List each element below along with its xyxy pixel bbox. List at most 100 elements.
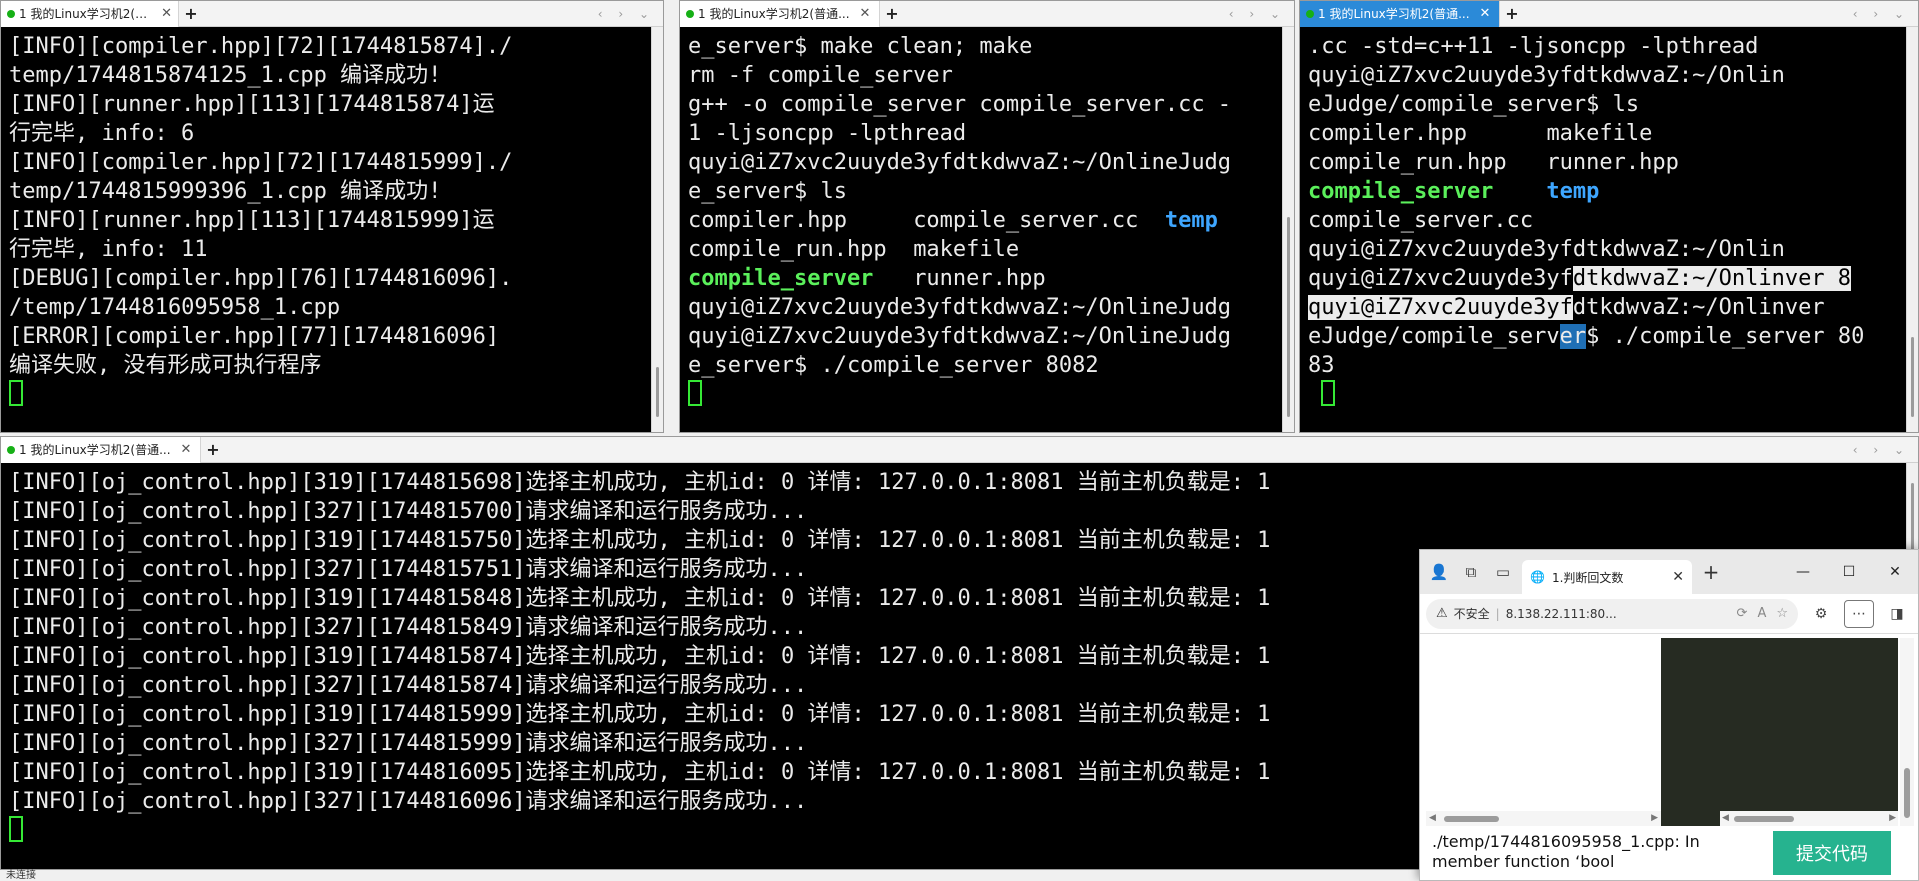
selected-text: dtkdwvaZ:~/Onlinver 8 <box>1572 266 1852 291</box>
terminal-output[interactable]: [INFO][compiler.hpp][72][1744815874]./ t… <box>1 27 651 432</box>
terminal-tab[interactable]: 1 我的Linux学习机2(普通... ✕ <box>1 437 201 463</box>
problem-description-panel[interactable] <box>1426 638 1661 826</box>
terminal-output[interactable]: .cc -std=c++11 -ljsoncpp -lpthread quyi@… <box>1300 27 1906 432</box>
new-tab-button[interactable]: + <box>1698 560 1724 584</box>
terminal-line: quyi@iZ7xvc2uuyde3yfdtkdwvaZ:~/OnlineJud… <box>688 150 1232 175</box>
terminal-line: 编译失败, 没有形成可执行程序 <box>9 353 322 378</box>
terminal-line: 行完毕, info: 11 <box>9 237 208 262</box>
tab-bar: 1 我的Linux学习机2(普通... ✕ + ‹ › ⌄ <box>680 1 1294 27</box>
minimize-icon[interactable]: — <box>1780 564 1826 580</box>
extensions-icon[interactable]: ⚙ <box>1806 600 1836 628</box>
more-menu-icon[interactable]: ⋯ <box>1844 599 1874 628</box>
ls-entry: makefile <box>913 237 1020 262</box>
terminal-line: quyi@iZ7xvc2uuyde3yfdtkdwvaZ:~/Onlin <box>1308 63 1785 88</box>
close-icon[interactable]: ✕ <box>860 6 871 21</box>
ls-row: compile_run.hpp runner.hpp <box>1308 148 1898 177</box>
new-tab-button[interactable]: + <box>1503 4 1521 23</box>
new-tab-button[interactable]: + <box>182 4 200 23</box>
terminal-text: dtkdwvaZ:~/Onlinver <box>1572 295 1825 320</box>
ls-exec-entry: compile_server <box>1308 179 1494 204</box>
tab-nav-arrows-icon[interactable]: ‹ › ⌄ <box>1229 7 1294 21</box>
profile-icon[interactable]: 👤 <box>1426 559 1452 585</box>
new-tab-button[interactable]: + <box>883 4 901 23</box>
output-line: member function ‘bool <box>1432 852 1615 871</box>
code-editor[interactable] <box>1661 638 1898 826</box>
ls-entry: compile_run.hpp <box>1308 150 1507 175</box>
horizontal-scrollbar[interactable]: ◀ ▶ <box>1426 811 1661 826</box>
output-line: ./temp/1744816095958_1.cpp: In <box>1432 832 1700 851</box>
close-icon[interactable]: ✕ <box>1480 6 1491 21</box>
terminal-pane-2[interactable]: 1 我的Linux学习机2(普通... ✕ + ‹ › ⌄ e_server$ … <box>679 0 1295 433</box>
terminal-tab[interactable]: 1 我的Linux学习机2(普通... ✕ <box>680 1 880 27</box>
scroll-right-icon[interactable]: ▶ <box>1651 813 1658 823</box>
warning-icon[interactable]: ⚠ <box>1436 606 1448 621</box>
scroll-right-icon[interactable]: ▶ <box>1889 813 1896 823</box>
ls-entry: runner.hpp <box>1546 150 1679 175</box>
status-dot-icon <box>7 445 15 454</box>
submit-code-button[interactable]: 提交代码 <box>1773 831 1891 875</box>
vertical-scrollbar[interactable] <box>1906 27 1918 432</box>
ls-dir-entry: temp <box>1164 208 1218 233</box>
address-bar[interactable]: ⚠ 不安全 | 8.138.22.111:80... ⟳ A ☆ <box>1426 598 1798 629</box>
editor-horizontal-scrollbar[interactable]: ◀ ▶ <box>1720 811 1898 826</box>
browser-tab[interactable]: 🌐 1.判断回文数 ✕ <box>1522 560 1692 594</box>
tab-nav-arrows-icon[interactable]: ‹ › ⌄ <box>1853 443 1918 457</box>
terminal-text: $ ./compile_server 80 <box>1586 324 1865 349</box>
sidebar-toggle-icon[interactable]: ◨ <box>1882 600 1912 628</box>
terminal-line: [INFO][runner.hpp][113][1744815874]运 <box>9 92 495 117</box>
terminal-line: 83 <box>1308 353 1335 378</box>
tab-title: 1 我的Linux学习机2(普通... <box>1318 7 1470 21</box>
browser-window[interactable]: 👤 ⧉ ▭ 🌐 1.判断回文数 ✕ + — ☐ ✕ ⚠ 不安全 | 8.138.… <box>1419 549 1919 881</box>
new-tab-button[interactable]: + <box>204 440 222 459</box>
terminal-line: /temp/1744816095958_1.cpp <box>9 295 341 320</box>
close-window-icon[interactable]: ✕ <box>1872 564 1918 580</box>
selected-text: er <box>1559 324 1587 349</box>
log-line: [INFO][oj_control.hpp][319][1744815698]选… <box>9 470 1271 495</box>
terminal-line: quyi@iZ7xvc2uuyde3yfdtkdwvaZ:~/OnlineJud… <box>688 324 1232 349</box>
tab-nav-arrows-icon[interactable]: ‹ › ⌄ <box>598 7 663 21</box>
scroll-left-icon[interactable]: ◀ <box>1429 813 1436 823</box>
ls-dir-entry: temp <box>1546 179 1600 204</box>
tab-nav-arrows-icon[interactable]: ‹ › ⌄ <box>1853 7 1918 21</box>
status-dot-icon <box>1306 9 1314 18</box>
ls-exec-entry: compile_server <box>688 266 874 291</box>
vertical-scrollbar[interactable] <box>651 27 663 432</box>
favorite-star-icon[interactable]: ☆ <box>1776 606 1788 621</box>
ls-entry: compiler.hpp <box>688 208 847 233</box>
terminal-line: [ERROR][compiler.hpp][77][1744816096] <box>9 324 500 349</box>
terminal-line: e_server$ ./compile_server 8082 <box>688 353 1099 378</box>
terminal-line: [DEBUG][compiler.hpp][76][1744816096]. <box>9 266 513 291</box>
page-content[interactable]: ◀ ▶ ◀ ▶ ./temp/1744816095958_1.cpp: In m… <box>1420 634 1918 880</box>
terminal-output[interactable]: e_server$ make clean; make rm -f compile… <box>680 27 1282 432</box>
tab-title: 1 我的Linux学习机2(普通... <box>19 7 151 21</box>
terminal-cursor <box>688 380 702 406</box>
read-aloud-icon[interactable]: A <box>1757 606 1766 621</box>
terminal-line: 1 -ljsoncpp -lpthread <box>688 121 967 146</box>
terminal-line: eJudge/compile_server$ ls <box>1308 92 1640 117</box>
scroll-left-icon[interactable]: ◀ <box>1722 813 1729 823</box>
close-icon[interactable]: ✕ <box>161 6 172 21</box>
terminal-line: 行完毕, info: 6 <box>9 121 195 146</box>
terminal-tab-active[interactable]: 1 我的Linux学习机2(普通... ✕ <box>1300 1 1500 27</box>
compile-output: ./temp/1744816095958_1.cpp: In member fu… <box>1432 832 1752 872</box>
terminal-pane-3[interactable]: 1 我的Linux学习机2(普通... ✕ + ‹ › ⌄ .cc -std=c… <box>1299 0 1919 433</box>
selected-text: quyi@iZ7xvc2uuyde3yf <box>1308 295 1573 320</box>
terminal-line: [INFO][runner.hpp][113][1744815999]运 <box>9 208 495 233</box>
terminal-line: quyi@iZ7xvc2uuyde3yfdtkdwvaZ:~/Onlinver … <box>1308 264 1898 293</box>
terminal-cursor <box>9 816 23 842</box>
refresh-icon[interactable]: ⟳ <box>1737 606 1748 621</box>
vertical-scrollbar[interactable] <box>1282 27 1294 432</box>
close-tab-icon[interactable]: ✕ <box>1672 569 1684 585</box>
tab-actions-icon[interactable]: ▭ <box>1490 559 1516 585</box>
status-dot-icon <box>686 9 694 18</box>
ls-row: compiler.hpp compile_server.cc temp <box>688 206 1274 235</box>
terminal-line: [INFO][compiler.hpp][72][1744815999]./ <box>9 150 513 175</box>
workspaces-icon[interactable]: ⧉ <box>1458 559 1484 585</box>
ls-entry: compiler.hpp <box>1308 121 1467 146</box>
terminal-tab[interactable]: 1 我的Linux学习机2(普通... ✕ <box>1 1 179 27</box>
terminal-line: quyi@iZ7xvc2uuyde3yfdtkdwvaZ:~/OnlineJud… <box>688 295 1232 320</box>
terminal-pane-1[interactable]: 1 我的Linux学习机2(普通... ✕ + ‹ › ⌄ [INFO][com… <box>0 0 664 433</box>
maximize-icon[interactable]: ☐ <box>1826 564 1872 580</box>
close-icon[interactable]: ✕ <box>181 442 192 457</box>
page-vertical-scrollbar[interactable] <box>1900 638 1914 826</box>
